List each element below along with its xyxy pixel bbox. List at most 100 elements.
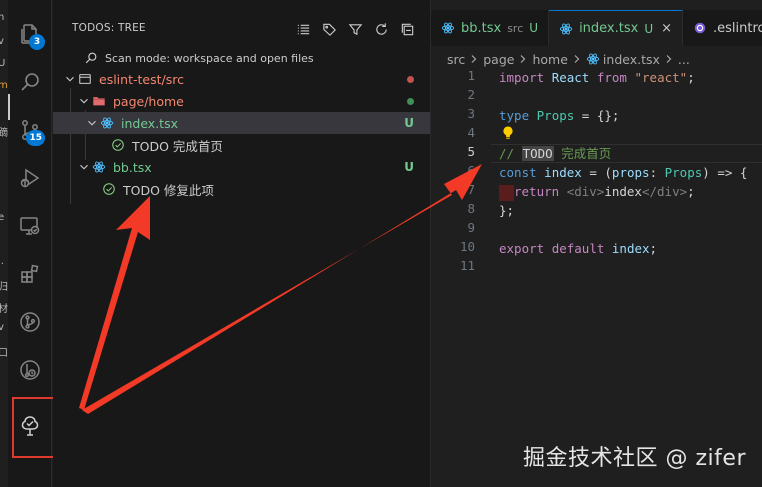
- code-token: index: [611, 241, 650, 256]
- tree-label: bb.tsx: [113, 159, 152, 175]
- clipped-char: i: [0, 100, 1, 111]
- breadcrumb-item[interactable]: src: [447, 52, 465, 67]
- explorer-badge: 3: [29, 34, 45, 50]
- collapse-all-icon[interactable]: [398, 20, 416, 38]
- tab-bb-tsx[interactable]: bb.tsx src U: [431, 10, 550, 46]
- untracked-status: U: [404, 116, 414, 130]
- todo-item-complete-homepage[interactable]: TODO 完成首页: [53, 134, 430, 156]
- code-line: };: [499, 201, 514, 220]
- code-line: import React from "react";: [499, 68, 695, 87]
- code-token: </div>: [641, 184, 688, 199]
- clipped-char: U: [0, 58, 6, 69]
- line-number: 2: [467, 87, 475, 102]
- line-number: 5: [467, 144, 475, 159]
- explorer-icon[interactable]: 3: [8, 12, 52, 56]
- code-line: const index = (props: Props) => {: [499, 163, 747, 182]
- code-line: // TODO 完成首页: [499, 144, 611, 163]
- code-token: index: [604, 184, 642, 199]
- breadcrumb-item[interactable]: page: [483, 52, 514, 67]
- scan-mode-row[interactable]: Scan mode: workspace and open files: [53, 47, 430, 69]
- run-debug-icon[interactable]: [8, 156, 52, 200]
- line-number: 7: [467, 182, 475, 197]
- tree-file-index-tsx[interactable]: index.tsx U: [53, 112, 430, 134]
- tab-status: U: [644, 21, 654, 36]
- code-line: return <div>index</div>;: [499, 182, 695, 201]
- error-dot: [407, 75, 414, 83]
- clipped-window-edge: n v U m i 蹢 e l. 归 材 v 口: [0, 0, 8, 487]
- tab-label: .eslintrc: [713, 20, 762, 36]
- tab-label: index.tsx: [579, 21, 639, 36]
- tree-file-bb-tsx[interactable]: bb.tsx U: [53, 156, 430, 178]
- chevron-down-icon: [77, 160, 91, 174]
- sidebar-header: TODOS: TREE: [53, 0, 430, 40]
- code-token: };: [499, 203, 515, 218]
- code-token: index: [544, 165, 582, 180]
- extensions-icon[interactable]: [8, 252, 52, 296]
- filter-tags-icon[interactable]: [320, 20, 338, 38]
- watermark: 掘金技术社区 @ zifer: [523, 446, 746, 471]
- tree-folder-eslint-test-src[interactable]: eslint-test/src: [53, 68, 430, 90]
- refresh-icon[interactable]: [372, 20, 390, 38]
- react-file-icon: [99, 115, 115, 131]
- code-token: const: [499, 165, 537, 180]
- tree-label: eslint-test/src: [99, 71, 184, 87]
- code-line: type Props = {};: [499, 106, 619, 125]
- git-graph-icon[interactable]: [8, 300, 52, 344]
- react-file-icon: [91, 159, 107, 175]
- close-icon[interactable]: ×: [661, 21, 672, 36]
- search-icon[interactable]: [8, 60, 52, 104]
- line-number: 3: [467, 106, 475, 121]
- code-token: ;: [687, 184, 695, 199]
- clipped-char: v: [0, 36, 4, 47]
- code-token: //: [499, 146, 522, 161]
- clipped-char: 蹢: [0, 128, 8, 139]
- code-line: export default index;: [499, 239, 657, 258]
- tree-folder-page-home[interactable]: page/home: [53, 90, 430, 112]
- tree-label: page/home: [113, 93, 184, 109]
- chevron-down-icon: [63, 72, 77, 86]
- tab-index-tsx[interactable]: index.tsx U ×: [549, 10, 684, 46]
- breadcrumb-item[interactable]: index.tsx: [603, 52, 660, 67]
- breadcrumb-item[interactable]: ...: [678, 52, 690, 67]
- remote-explorer-icon[interactable]: [8, 204, 52, 248]
- chevron-right-icon: [572, 54, 582, 64]
- activity-bar: 3 15: [8, 0, 63, 487]
- line-number: 11: [459, 258, 475, 273]
- code-token: <div>: [566, 184, 605, 199]
- todo-label: TODO 修复此项: [123, 182, 214, 198]
- code-token: import: [499, 70, 545, 85]
- filter-icon[interactable]: [346, 20, 364, 38]
- line-number: 4: [467, 125, 475, 140]
- breadcrumb: src page home index.tsx ...: [447, 50, 690, 68]
- code-token: ;: [649, 241, 658, 256]
- line-number: 6: [467, 163, 475, 178]
- todo-item-fix-this[interactable]: TODO 修复此项: [53, 178, 430, 200]
- scan-mode-label: Scan mode: workspace and open files: [105, 51, 314, 65]
- clipped-char: n: [0, 12, 5, 23]
- code-token: from: [596, 70, 627, 85]
- code-token: props: [611, 165, 650, 180]
- editor-area: bb.tsx src U index.tsx U × .eslintrc src…: [430, 0, 762, 487]
- tab-eslintrc[interactable]: .eslintrc: [683, 10, 762, 46]
- code-token: return: [514, 184, 560, 199]
- tab-status: U: [529, 21, 539, 35]
- check-circle-icon: [101, 181, 117, 197]
- tab-label: bb.tsx: [461, 20, 502, 36]
- clipped-char: 归: [0, 282, 8, 293]
- clipped-char: l.: [0, 256, 4, 267]
- code-token: React: [551, 70, 590, 85]
- folder-icon: [91, 93, 107, 109]
- view-as-list-icon[interactable]: [294, 20, 312, 38]
- editor-tabs: bb.tsx src U index.tsx U × .eslintrc: [431, 10, 762, 46]
- breadcrumb-item[interactable]: home: [532, 52, 567, 67]
- gitlens-icon[interactable]: [8, 348, 52, 392]
- code-token: default: [551, 241, 605, 256]
- clipped-char: e: [0, 212, 5, 223]
- modified-dot: [407, 97, 414, 105]
- line-number: 1: [467, 68, 475, 83]
- source-control-badge: 15: [26, 130, 45, 146]
- lightbulb-icon[interactable]: [501, 125, 515, 144]
- clipped-char: 材: [0, 304, 8, 315]
- todo-tree-panel: TODOS: TREE Scan mode: workspace and ope…: [53, 0, 430, 487]
- source-control-icon[interactable]: 15: [8, 108, 52, 152]
